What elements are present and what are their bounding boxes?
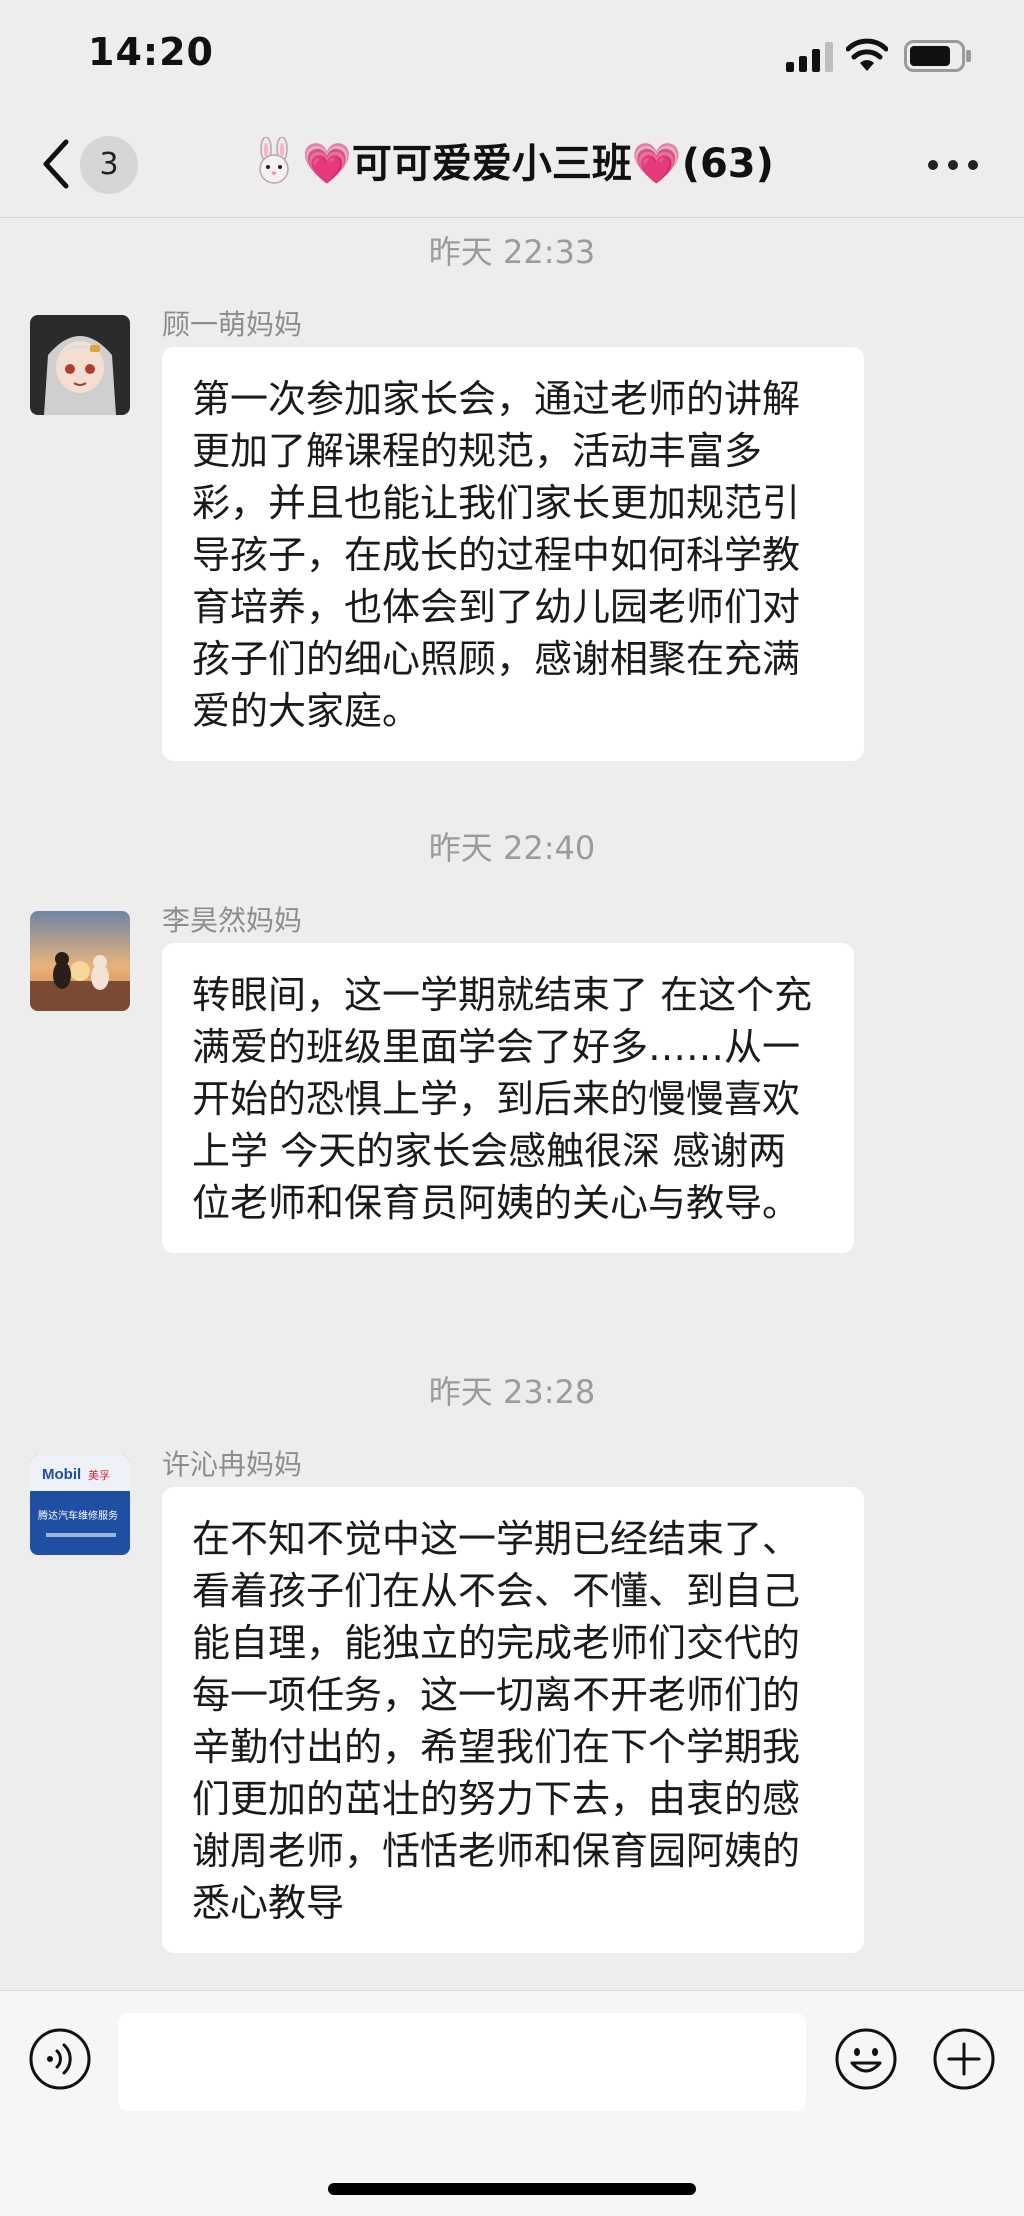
message-input[interactable] [118, 2013, 806, 2111]
status-time: 14:20 [88, 30, 214, 74]
anime-girl-avatar-image [30, 315, 130, 415]
input-toolbar [0, 1990, 1024, 2216]
avatar[interactable]: Mobil 美孚 腾达汽车维修服务 [30, 1455, 130, 1555]
heart-emoji-right: 💗 [631, 141, 682, 187]
message-timestamp: 昨天 22:40 [428, 829, 596, 867]
message-bubble[interactable]: 第一次参加家长会，通过老师的讲解更加了解课程的规范，活动丰富多彩，并且也能让我们… [162, 347, 864, 761]
emoji-icon[interactable] [834, 2027, 898, 2091]
sender-name: 许沁冉妈妈 [162, 1448, 303, 1481]
mobil-brand-text: Mobil [42, 1466, 81, 1483]
message-timestamp: 昨天 23:28 [428, 1373, 596, 1411]
shop-name-text: 腾达汽车维修服务 [38, 1509, 118, 1522]
cellular-signal-icon [786, 42, 833, 72]
more-dots-icon[interactable] [928, 160, 978, 172]
group-name: 可可爱爱小三班 [351, 141, 632, 187]
mobil-brand-cn-text: 美孚 [88, 1469, 110, 1482]
message-bubble[interactable]: 转眼间，这一学期就结束了 在这个充满爱的班级里面学会了好多……从一开始的恐惧上学… [162, 943, 854, 1253]
bunny-face-icon [259, 137, 289, 184]
member-count: (63) [681, 141, 774, 187]
sender-name: 李昊然妈妈 [162, 904, 303, 937]
message-timestamp: 昨天 22:33 [428, 233, 596, 271]
heart-emoji-left: 💗 [302, 141, 352, 187]
message-bubble[interactable]: 在不知不觉中这一学期已经结束了、看着孩子们在从不会、不懂、到自己能自理，能独立的… [162, 1487, 864, 1953]
chat-header: 3 💗可可爱爱小三班💗(63) [0, 110, 1024, 218]
mobil-logo-avatar-image: Mobil 美孚 腾达汽车维修服务 [30, 1455, 130, 1555]
status-bar: 14:20 [0, 0, 1024, 110]
voice-icon[interactable] [28, 2027, 92, 2091]
message-list[interactable]: 昨天 22:33 顾一萌妈妈 第一次参加家长会，通过老师的讲解更加了解课程的规范… [0, 219, 1024, 1989]
plus-icon[interactable] [932, 2027, 996, 2091]
group-title: 💗可可爱爱小三班💗(63) [0, 134, 1024, 194]
sunset-couple-avatar-image [30, 911, 130, 1011]
wifi-icon [846, 38, 888, 71]
home-indicator [328, 2183, 696, 2195]
avatar[interactable] [30, 911, 130, 1011]
avatar[interactable] [30, 315, 130, 415]
sender-name: 顾一萌妈妈 [162, 308, 303, 341]
battery-icon [904, 40, 971, 72]
